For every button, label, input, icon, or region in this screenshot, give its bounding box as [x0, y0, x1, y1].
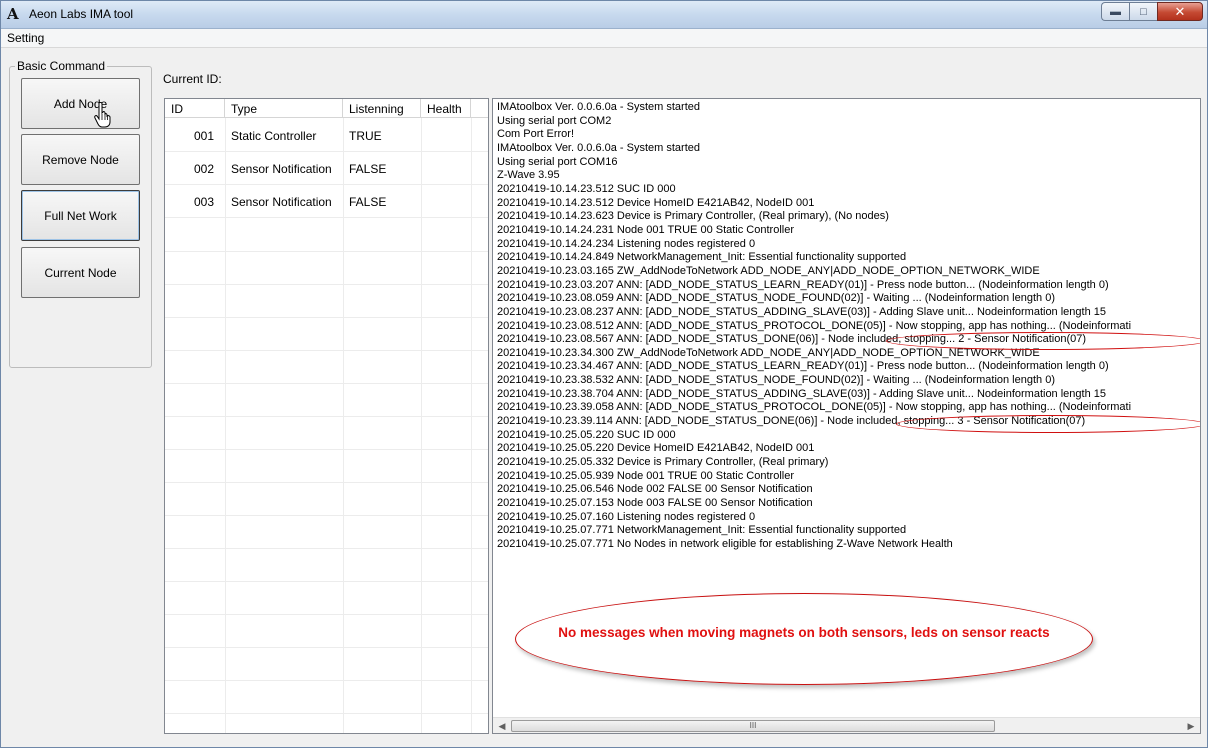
- menu-setting[interactable]: Setting: [7, 31, 44, 45]
- cell-listening: FALSE: [349, 162, 387, 176]
- column-header-id[interactable]: ID: [165, 99, 225, 118]
- remove-node-button[interactable]: Remove Node: [21, 134, 140, 185]
- log-line: 20210419-10.23.39.058 ANN: [ADD_NODE_STA…: [497, 401, 1132, 414]
- log-line: 20210419-10.23.03.207 ANN: [ADD_NODE_STA…: [497, 278, 1109, 291]
- grid-line: [165, 350, 488, 351]
- log-line: 20210419-10.25.06.546 Node 002 FALSE 00 …: [497, 483, 813, 496]
- app-logo-icon: A: [7, 5, 19, 23]
- grid-line: [165, 614, 488, 615]
- menu-bar: Setting: [1, 29, 1207, 48]
- column-header-health[interactable]: Health: [421, 99, 471, 118]
- annotation-oval: [896, 415, 1200, 433]
- scroll-thumb[interactable]: III: [511, 720, 995, 732]
- log-line: 20210419-10.14.23.623 Device is Primary …: [497, 210, 889, 223]
- log-line: 20210419-10.23.38.704 ANN: [ADD_NODE_STA…: [497, 387, 1106, 400]
- annotation-note: No messages when moving magnets on both …: [558, 625, 1050, 640]
- grid-line: [165, 548, 488, 549]
- grid-line: [165, 383, 488, 384]
- log-line: 20210419-10.25.05.939 Node 001 TRUE 00 S…: [497, 469, 794, 482]
- column-header-listening[interactable]: Listenning: [343, 99, 421, 118]
- annotation-oval: [886, 332, 1200, 350]
- node-table: ID Type Listenning Health 001 Static Con…: [164, 98, 489, 734]
- minimize-icon[interactable]: ▬: [1101, 2, 1129, 21]
- cell-type: Sensor Notification: [231, 195, 332, 209]
- table-row[interactable]: 002 Sensor Notification FALSE: [165, 152, 488, 185]
- window-title: Aeon Labs IMA tool: [29, 7, 134, 21]
- basic-command-label: Basic Command: [15, 59, 108, 73]
- log-line: Using serial port COM16: [497, 155, 618, 168]
- table-row[interactable]: 003 Sensor Notification FALSE: [165, 185, 488, 218]
- log-line: 20210419-10.23.38.532 ANN: [ADD_NODE_STA…: [497, 374, 1055, 387]
- grid-line: [165, 251, 488, 252]
- grid-line: [165, 680, 488, 681]
- cell-id: 002: [194, 162, 215, 176]
- log-line: 20210419-10.14.24.231 Node 001 TRUE 00 S…: [497, 223, 794, 236]
- grid-line: [165, 317, 488, 318]
- column-header-type[interactable]: Type: [225, 99, 343, 118]
- log-line: 20210419-10.14.24.234 Listening nodes re…: [497, 237, 756, 250]
- log-line: 20210419-10.25.07.153 Node 003 FALSE 00 …: [497, 497, 813, 510]
- log-line: 20210419-10.14.24.849 NetworkManagement_…: [497, 251, 907, 264]
- app-window: A Aeon Labs IMA tool ▬ □ ✕ Setting Basic…: [0, 0, 1208, 748]
- current-node-button[interactable]: Current Node: [21, 247, 140, 298]
- cell-listening: TRUE: [349, 129, 382, 143]
- horizontal-scrollbar[interactable]: ◀ III ▶: [493, 717, 1200, 733]
- cell-id: 001: [194, 129, 215, 143]
- table-row[interactable]: 001 Static Controller TRUE: [165, 119, 488, 152]
- grid-line: [165, 449, 488, 450]
- log-line: 20210419-10.23.08.059 ANN: [ADD_NODE_STA…: [497, 292, 1055, 305]
- log-line: 20210419-10.25.07.771 NetworkManagement_…: [497, 524, 907, 537]
- close-icon[interactable]: ✕: [1157, 2, 1203, 21]
- grid-line: [165, 416, 488, 417]
- cell-listening: FALSE: [349, 195, 387, 209]
- log-line: 20210419-10.14.23.512 Device HomeID E421…: [497, 196, 815, 209]
- cell-type: Sensor Notification: [231, 162, 332, 176]
- full-network-button[interactable]: Full Net Work: [21, 190, 140, 241]
- log-line: IMAtoolbox Ver. 0.0.6.0a - System starte…: [497, 101, 700, 113]
- grid-line: [165, 713, 488, 714]
- log-line: 20210419-10.25.05.332 Device is Primary …: [497, 456, 829, 469]
- grid-line: [165, 647, 488, 648]
- log-line: IMAtoolbox Ver. 0.0.6.0a - System starte…: [497, 141, 700, 154]
- maximize-icon[interactable]: □: [1129, 2, 1157, 21]
- log-line: 20210419-10.23.08.237 ANN: [ADD_NODE_STA…: [497, 305, 1106, 318]
- log-output[interactable]: IMAtoolbox Ver. 0.0.6.0a - System starte…: [492, 98, 1201, 734]
- log-line: 20210419-10.23.08.512 ANN: [ADD_NODE_STA…: [497, 319, 1132, 332]
- log-line: 20210419-10.25.05.220 Device HomeID E421…: [497, 442, 815, 455]
- grid-line: [165, 581, 488, 582]
- cell-id: 003: [194, 195, 215, 209]
- log-line: 20210419-10.23.03.165 ZW_AddNodeToNetwor…: [497, 264, 1040, 277]
- cell-type: Static Controller: [231, 129, 317, 143]
- hand-cursor-icon: [94, 102, 111, 128]
- log-line: 20210419-10.14.23.512 SUC ID 000: [497, 182, 676, 195]
- current-id-label: Current ID:: [163, 72, 222, 86]
- grid-line: [165, 482, 488, 483]
- log-line: 20210419-10.25.07.160 Listening nodes re…: [497, 510, 756, 523]
- log-lines: IMAtoolbox Ver. 0.0.6.0a - System starte…: [497, 101, 1197, 552]
- grid-line: [165, 515, 488, 516]
- log-line: Com Port Error!: [497, 128, 575, 141]
- log-line: 20210419-10.25.07.771 No Nodes in networ…: [497, 538, 953, 550]
- window-controls: ▬ □ ✕: [1101, 2, 1203, 21]
- add-node-button[interactable]: Add Node: [21, 78, 140, 129]
- log-line: 20210419-10.23.34.467 ANN: [ADD_NODE_STA…: [497, 360, 1109, 373]
- log-line: Using serial port COM2: [497, 114, 612, 127]
- scroll-right-icon[interactable]: ▶: [1183, 720, 1199, 732]
- node-table-header: ID Type Listenning Health: [165, 99, 488, 118]
- scroll-left-icon[interactable]: ◀: [494, 720, 510, 732]
- title-bar[interactable]: A Aeon Labs IMA tool ▬ □ ✕: [1, 1, 1207, 29]
- log-line: Z-Wave 3.95: [497, 169, 560, 182]
- grid-line: [165, 284, 488, 285]
